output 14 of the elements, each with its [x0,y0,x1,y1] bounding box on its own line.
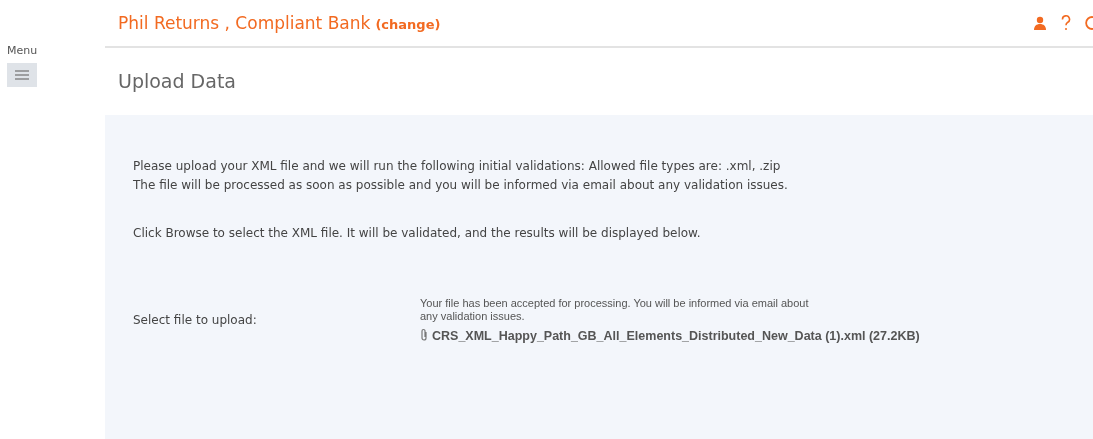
help-icon[interactable] [1061,15,1071,31]
upload-label: Select file to upload: [133,312,258,329]
menu-icon [15,70,29,80]
menu-label: Menu [7,44,38,57]
page-title: Upload Data [117,69,237,94]
header-title: Phil Returns , Compliant Bank [118,13,371,33]
status-message: Your file has been accepted for processing. You will be informed via email about any validation issues. [420,297,810,323]
file-link[interactable]: CRS_XML_Happy_Path_GB_All_Elements_Distributed_New_Data (1).xml (27.2KB) [432,330,962,343]
user-icon[interactable] [1033,16,1047,30]
paperclip-icon [420,328,428,341]
menu-button[interactable] [7,63,37,87]
intro-text: The file will be processed as soon as possible and you will be informed via email about any validation issues. [133,177,789,194]
instruction-text: Click Browse to select the XML file. It will be validated, and the results will be displayed below. [133,225,702,242]
intro-text: Please upload your XML file and we will run the following initial validations: Allowed file types are: .xml, .zip [133,158,782,175]
